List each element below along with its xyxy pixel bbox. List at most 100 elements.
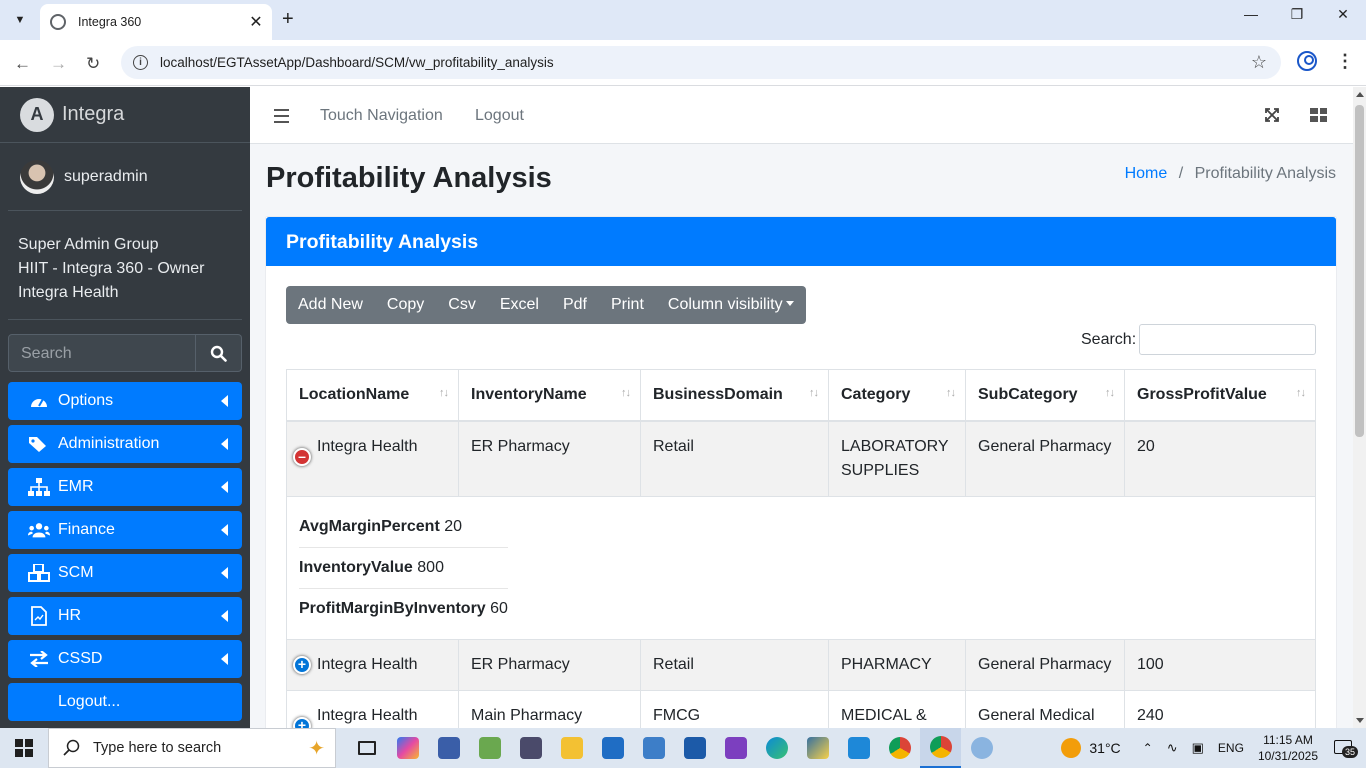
new-tab-icon[interactable]: + xyxy=(282,8,294,31)
copy-button[interactable]: Copy xyxy=(375,286,436,324)
restore-icon[interactable]: ❐ xyxy=(1274,6,1320,23)
cell-text: Integra Health xyxy=(317,706,418,724)
browser-tab[interactable]: Integra 360 ✕ xyxy=(40,4,272,40)
page-title: Profitability Analysis xyxy=(266,162,552,194)
minimize-icon[interactable]: — xyxy=(1228,6,1274,22)
chrome-active-icon[interactable] xyxy=(920,728,961,768)
sidebar-item-scm[interactable]: SCM xyxy=(8,554,242,592)
sidebar-search-input[interactable]: Search xyxy=(8,334,196,372)
sidebar-item-administration[interactable]: Administration xyxy=(8,425,242,463)
user-panel[interactable]: superadmin xyxy=(8,143,242,211)
app-icon[interactable] xyxy=(633,728,674,768)
column-header-label: BusinessDomain xyxy=(653,385,783,403)
cell-text: Integra Health xyxy=(317,655,418,673)
chevron-up-icon[interactable]: ⌃ xyxy=(1143,741,1153,755)
table-search-input[interactable] xyxy=(1139,324,1316,355)
detail-label: AvgMarginPercent xyxy=(299,517,440,535)
table-row[interactable]: + Integra Health Main Pharmacy FMCG MEDIC… xyxy=(286,689,1316,728)
table-cell: 100 xyxy=(1124,638,1316,691)
collapse-row-icon[interactable]: – xyxy=(293,447,311,466)
table-row[interactable]: – Integra Health ER Pharmacy Retail LABOR… xyxy=(286,420,1316,497)
system-tray: 31°C ⌃ ∿ ▣ ENG 11:15 AM 10/31/2025 35 xyxy=(1061,728,1366,768)
scrollbar-thumb[interactable] xyxy=(1355,105,1364,437)
scroll-up-icon[interactable] xyxy=(1356,92,1364,97)
csv-button[interactable]: Csv xyxy=(436,286,488,324)
page-scrollbar[interactable] xyxy=(1353,87,1366,728)
wifi-icon[interactable]: ∿ xyxy=(1167,740,1178,756)
logout-link[interactable]: Logout xyxy=(475,107,524,125)
breadcrumb-home-link[interactable]: Home xyxy=(1125,165,1168,182)
paint-icon[interactable] xyxy=(961,728,1002,768)
tab-search-chevron-icon[interactable]: ▼ xyxy=(8,8,32,32)
sidebar-item-label: Administration xyxy=(58,435,160,452)
tab-close-icon[interactable]: ✕ xyxy=(246,12,266,32)
table-cell: + Integra Health xyxy=(286,689,459,728)
chevron-left-icon xyxy=(221,653,228,665)
outlook-icon[interactable] xyxy=(592,728,633,768)
app-tools-icon[interactable] xyxy=(469,728,510,768)
app-tools-icon[interactable] xyxy=(510,728,551,768)
profile-icon[interactable] xyxy=(1297,51,1317,71)
column-visibility-button[interactable]: Column visibility xyxy=(656,286,806,324)
column-header[interactable]: InventoryName ↑↓ xyxy=(458,369,641,422)
chrome-icon[interactable] xyxy=(879,728,920,768)
add-new-button[interactable]: Add New xyxy=(286,286,375,324)
sidebar-search-button[interactable] xyxy=(196,334,242,372)
close-window-icon[interactable]: ✕ xyxy=(1320,6,1366,23)
sidebar-item-logout[interactable]: Logout... xyxy=(8,683,242,721)
excel-button[interactable]: Excel xyxy=(488,286,551,324)
column-header[interactable]: GrossProfitValue ↑↓ xyxy=(1124,369,1316,422)
brand-link[interactable]: A Integra xyxy=(0,87,250,143)
start-button[interactable] xyxy=(0,728,48,768)
touch-navigation-link[interactable]: Touch Navigation xyxy=(320,107,443,125)
clock[interactable]: 11:15 AM 10/31/2025 xyxy=(1258,732,1318,764)
hamburger-menu-icon[interactable] xyxy=(274,109,289,127)
column-header[interactable]: BusinessDomain ↑↓ xyxy=(640,369,829,422)
edge-icon[interactable] xyxy=(756,728,797,768)
python-icon[interactable] xyxy=(797,728,838,768)
copilot-icon[interactable] xyxy=(387,728,428,768)
scroll-down-icon[interactable] xyxy=(1356,718,1364,723)
temperature[interactable]: 31°C xyxy=(1089,740,1120,756)
sidebar-item-cssd[interactable]: CSSD xyxy=(8,640,242,678)
sidebar-item-options[interactable]: Options xyxy=(8,382,242,420)
table-row[interactable]: + Integra Health ER Pharmacy Retail PHARM… xyxy=(286,638,1316,691)
notification-icon[interactable]: 35 xyxy=(1334,738,1359,758)
chevron-left-icon xyxy=(221,610,228,622)
sidebar-item-label: EMR xyxy=(58,478,94,495)
app-icon[interactable] xyxy=(674,728,715,768)
task-view-icon[interactable] xyxy=(346,728,387,768)
weather-sun-icon[interactable] xyxy=(1061,738,1082,758)
column-header[interactable]: Category ↑↓ xyxy=(828,369,966,422)
fullscreen-icon[interactable] xyxy=(1265,108,1279,122)
visual-studio-icon[interactable] xyxy=(715,728,756,768)
forward-icon[interactable]: → xyxy=(50,54,67,74)
expand-row-icon[interactable]: + xyxy=(293,655,311,674)
reload-icon[interactable]: ↻ xyxy=(86,54,100,74)
control-sidebar-icon[interactable] xyxy=(1310,108,1327,122)
tags-icon xyxy=(28,435,50,453)
browser-menu-icon[interactable]: ⋮ xyxy=(1336,51,1354,72)
export-button-group: Add New Copy Csv Excel Pdf Print Column … xyxy=(286,286,806,324)
vscode-icon[interactable] xyxy=(838,728,879,768)
sidebar-item-emr[interactable]: EMR xyxy=(8,468,242,506)
column-header-label: InventoryName xyxy=(471,385,587,403)
table-cell: Retail xyxy=(640,638,829,691)
expand-row-icon[interactable]: + xyxy=(293,716,311,728)
back-icon[interactable]: ← xyxy=(14,54,31,74)
sidebar-item-finance[interactable]: Finance xyxy=(8,511,242,549)
file-explorer-icon[interactable] xyxy=(551,728,592,768)
address-bar[interactable]: i localhost/EGTAssetApp/Dashboard/SCM/vw… xyxy=(121,46,1281,79)
app-tools-icon[interactable] xyxy=(428,728,469,768)
battery-icon[interactable]: ▣ xyxy=(1192,740,1204,756)
language-indicator[interactable]: ENG xyxy=(1218,741,1244,755)
taskbar-search[interactable]: Type here to search ✦ xyxy=(48,728,336,768)
pdf-button[interactable]: Pdf xyxy=(551,286,599,324)
print-button[interactable]: Print xyxy=(599,286,656,324)
sidebar-item-hr[interactable]: HR xyxy=(8,597,242,635)
avatar xyxy=(20,159,54,194)
bookmark-star-icon[interactable]: ☆ xyxy=(1251,52,1267,73)
column-header[interactable]: SubCategory ↑↓ xyxy=(965,369,1125,422)
column-header[interactable]: LocationName ↑↓ xyxy=(286,369,459,422)
site-info-icon[interactable]: i xyxy=(133,55,148,70)
